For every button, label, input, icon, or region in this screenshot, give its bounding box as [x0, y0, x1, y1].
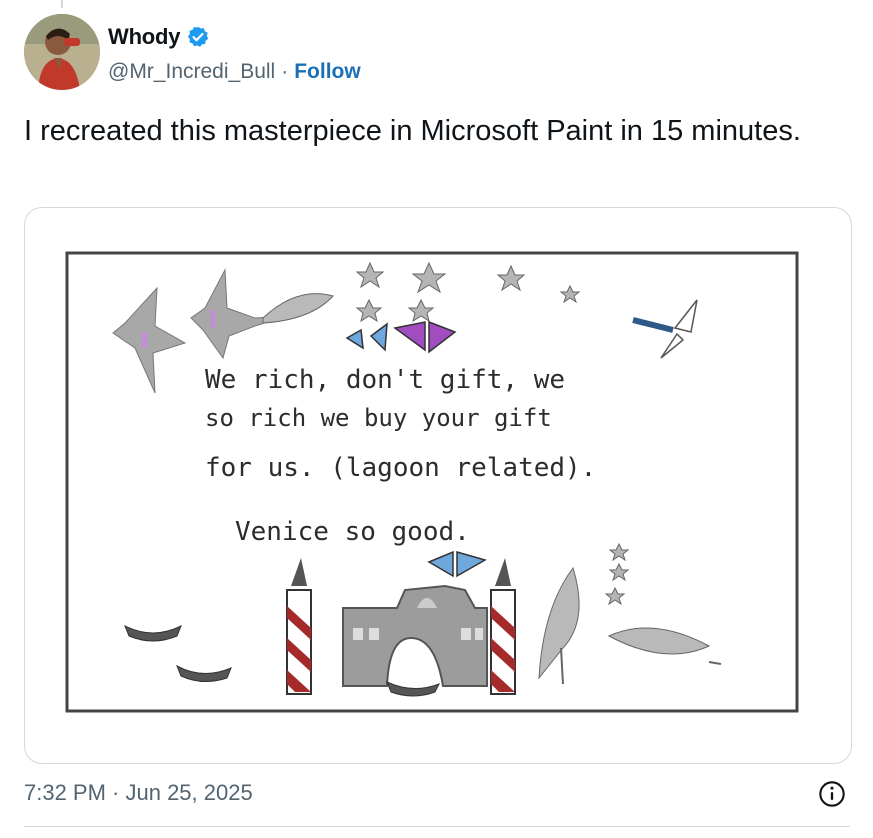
bird-mark: [142, 333, 147, 347]
handle-row: @Mr_Incredi_Bull · Follow: [108, 60, 361, 84]
name-row: Whody: [108, 24, 210, 50]
verified-badge-icon: [188, 26, 209, 47]
avatar[interactable]: [24, 14, 100, 90]
drawing-line: for us. (lagoon related).: [205, 453, 596, 483]
bird-mark: [211, 310, 215, 328]
thread-connector: [61, 0, 63, 8]
handle[interactable]: @Mr_Incredi_Bull: [108, 60, 275, 84]
media-drawing: We rich, don't gift, we so rich we buy y…: [65, 251, 799, 713]
media-card[interactable]: We rich, don't gift, we so rich we buy y…: [24, 207, 852, 764]
tweet-timestamp[interactable]: 7:32 PM · Jun 25, 2025: [24, 780, 253, 806]
drawing-line: We rich, don't gift, we: [205, 365, 565, 395]
tweet-header: Whody @Mr_Incredi_Bull · Follow: [24, 14, 844, 94]
separator-dot: ·: [281, 60, 289, 83]
follow-button[interactable]: Follow: [294, 60, 361, 84]
drawing-line: Venice so good.: [235, 517, 470, 547]
divider: [24, 826, 850, 827]
tweet-text: I recreated this masterpiece in Microsof…: [24, 115, 801, 147]
info-icon[interactable]: [818, 780, 846, 808]
display-name[interactable]: Whody: [108, 24, 181, 50]
drawing-line: so rich we buy your gift: [205, 404, 552, 432]
